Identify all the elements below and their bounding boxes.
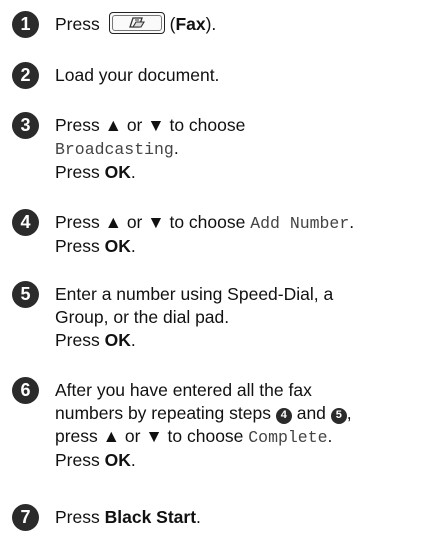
step-number-5: 5: [12, 281, 39, 308]
up-arrow-icon: ▲: [104, 212, 122, 232]
menu-option: Broadcasting: [55, 140, 174, 159]
fax-button-icon: [108, 12, 165, 35]
step-number-4: 4: [12, 209, 39, 236]
ok-label: OK: [104, 162, 131, 182]
step-number-3: 3: [12, 112, 39, 139]
step-2-text: Load your document.: [55, 65, 220, 85]
down-arrow-icon: ▼: [147, 115, 165, 135]
up-arrow-icon: ▲: [102, 426, 120, 446]
fax-label: Fax: [175, 14, 206, 34]
step-4-text: Press ▲ or ▼ to choose Add Number. Press…: [55, 212, 355, 256]
down-arrow-icon: ▼: [147, 212, 165, 232]
menu-option: Complete: [248, 428, 328, 447]
step-5-text: Enter a number using Speed-Dial, a Group…: [55, 284, 334, 350]
up-arrow-icon: ▲: [104, 115, 122, 135]
step-number-6: 6: [12, 377, 39, 404]
ok-label: OK: [104, 236, 131, 256]
step-6-text: After you have entered all the fax numbe…: [55, 380, 352, 470]
ok-label: OK: [104, 450, 131, 470]
step-number-1: 1: [12, 11, 39, 38]
down-arrow-icon: ▼: [145, 426, 163, 446]
menu-option: Add Number: [250, 214, 350, 233]
ok-label: OK: [104, 330, 131, 350]
step-ref-4: 4: [275, 407, 292, 424]
step-1-text: Press (Fax).: [55, 12, 217, 35]
press-word: Press: [55, 14, 100, 34]
step-number-2: 2: [12, 62, 39, 89]
step-3-text: Press ▲ or ▼ to choose Broadcasting. Pre…: [55, 115, 246, 182]
step-7-text: Press Black Start.: [55, 507, 201, 527]
step-ref-5: 5: [330, 407, 347, 424]
black-start-label: Black Start: [104, 507, 197, 527]
step-number-7: 7: [12, 504, 39, 531]
fax-icon: [128, 17, 145, 29]
